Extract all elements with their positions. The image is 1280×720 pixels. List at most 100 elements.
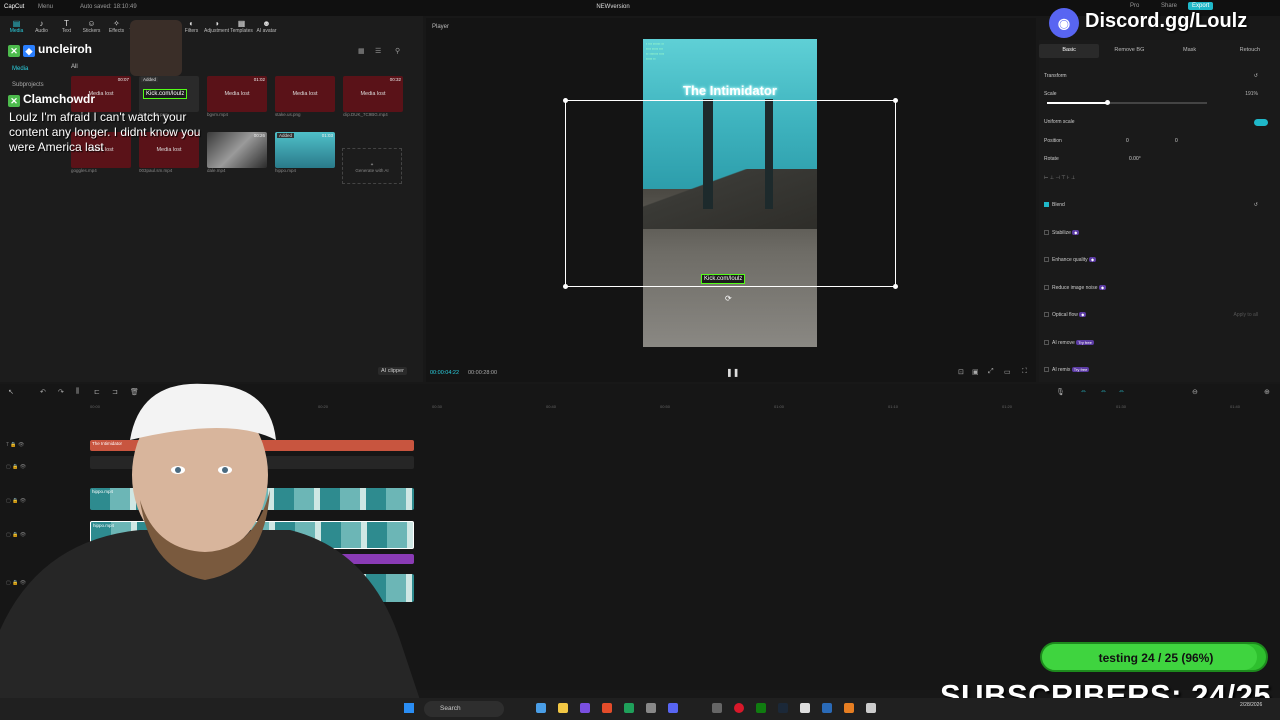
stabilize-row[interactable]: Stabilize ◆ xyxy=(1044,230,1274,240)
ai-remove-row[interactable]: AI remove Try free xyxy=(1044,340,1274,350)
capcut-icon[interactable] xyxy=(800,703,810,713)
chat-user2: ✕ Clamchowdr xyxy=(8,92,95,107)
enhance-checkbox[interactable] xyxy=(1044,257,1049,262)
tool-media[interactable]: ▤ Media xyxy=(4,16,29,38)
resize-handle[interactable] xyxy=(563,98,568,103)
grid-view-icon[interactable]: ▦ xyxy=(358,47,365,55)
media-item[interactable]: Media lost 01:02 bgvm.mp4 xyxy=(207,76,271,117)
calendar-icon[interactable] xyxy=(536,703,546,713)
transform-box[interactable] xyxy=(563,98,898,289)
tab-basic[interactable]: Basic xyxy=(1039,44,1100,58)
ai-remix-checkbox[interactable] xyxy=(1044,367,1049,372)
media-item[interactable]: 00:26 dale.mp4 xyxy=(207,132,271,173)
discord-overlay: ◉ Discord.gg/Loulz xyxy=(1045,6,1275,42)
transform-section[interactable]: Transform ↺ xyxy=(1044,73,1274,83)
rotate-input[interactable]: 0.00° xyxy=(1129,156,1141,162)
media-item[interactable]: 01:03 Added hippo.mp4 xyxy=(275,132,339,173)
taskbar-search[interactable]: Search xyxy=(424,701,504,717)
folder-icon[interactable] xyxy=(558,703,568,713)
reset-icon[interactable]: ↺ xyxy=(1254,202,1258,208)
zoom-out-icon[interactable]: ⊖ xyxy=(1192,388,1198,396)
tool-templates[interactable]: ▦ Templates xyxy=(229,16,254,38)
microphone-icon[interactable]: 🎙 xyxy=(1056,388,1065,396)
app-icon[interactable] xyxy=(580,703,590,713)
steam-icon[interactable] xyxy=(778,703,788,713)
player-label: Player xyxy=(432,24,450,30)
scale-slider[interactable] xyxy=(1047,100,1207,105)
position-row: Position 0 0 xyxy=(1044,138,1274,148)
enhance-row[interactable]: Enhance quality ◆ xyxy=(1044,257,1274,267)
tool-filters[interactable]: ◐ Filters xyxy=(179,16,204,38)
ai-remove-checkbox[interactable] xyxy=(1044,340,1049,345)
generate-ai-tile[interactable]: ✦ Generate with AI xyxy=(342,148,402,184)
settings-icon[interactable] xyxy=(646,703,656,713)
optical-flow-row[interactable]: Optical flow ◆ Apply to all xyxy=(1044,312,1274,322)
media-item[interactable]: Media lost stake.us.png xyxy=(275,76,339,117)
snapshot-icon[interactable]: ▭ xyxy=(1004,368,1011,376)
ai-clipper-button[interactable]: AI clipper xyxy=(378,367,407,375)
quality-icon[interactable]: ▣ xyxy=(972,368,979,376)
video-title-text: The Intimidator xyxy=(683,83,777,98)
menu-button[interactable]: Menu xyxy=(38,4,53,10)
media-item[interactable]: Media lost 00:32 clip.DUK_7C9BG.mp4 xyxy=(343,76,407,117)
windows-start-icon[interactable] xyxy=(404,703,414,713)
media-duration: 00:32 xyxy=(389,77,401,82)
sort-icon[interactable]: ☰ xyxy=(375,47,381,55)
ruler-tick: 01:20 xyxy=(1002,404,1013,409)
tool-label: Filters xyxy=(184,28,199,34)
sub-badge-icon: ◆ xyxy=(23,45,35,57)
tool-stickers[interactable]: ☺ Stickers xyxy=(79,16,104,38)
pause-icon[interactable]: ❚❚ xyxy=(726,368,739,377)
notepad-icon[interactable] xyxy=(822,703,832,713)
obs-icon[interactable] xyxy=(734,703,744,713)
media-lost-label: Media lost xyxy=(224,91,250,97)
zoom-in-icon[interactable]: ⊕ xyxy=(1264,388,1270,396)
filter-icon[interactable]: ⚲ xyxy=(395,47,400,55)
xbox-icon[interactable] xyxy=(756,703,766,713)
noise-row[interactable]: Reduce image noise ◆ xyxy=(1044,285,1274,295)
streamer-figure xyxy=(0,383,420,700)
media-lost-label: Media lost xyxy=(360,91,386,97)
blend-row[interactable]: Blend ↺ xyxy=(1044,202,1274,212)
zoom-fit-icon[interactable]: ⤢ xyxy=(988,368,994,376)
app-icon[interactable] xyxy=(844,703,854,713)
apply-all-button[interactable]: Apply to all xyxy=(1234,312,1258,318)
linkage-icon[interactable]: ⇔ xyxy=(1118,388,1125,395)
tab-remove-bg[interactable]: Remove BG xyxy=(1099,44,1159,58)
optical-flow-checkbox[interactable] xyxy=(1044,312,1049,317)
resize-handle[interactable] xyxy=(563,284,568,289)
uniform-scale-toggle[interactable] xyxy=(1254,119,1268,126)
time-current: 00:00:04:22 xyxy=(430,370,460,376)
tool-audio[interactable]: ♪ Audio xyxy=(29,16,54,38)
app-icon[interactable] xyxy=(866,703,876,713)
reset-icon[interactable]: ↺ xyxy=(1254,73,1258,79)
tab-retouch[interactable]: Retouch xyxy=(1220,44,1280,58)
chrome-icon[interactable] xyxy=(624,703,634,713)
discord-taskbar-icon[interactable] xyxy=(668,703,678,713)
fullscreen-icon[interactable]: ⛶ xyxy=(1022,368,1027,376)
blend-checkbox[interactable] xyxy=(1044,202,1049,207)
app-logo: CapCut xyxy=(4,4,25,10)
stabilize-checkbox[interactable] xyxy=(1044,230,1049,235)
resize-handle[interactable] xyxy=(893,284,898,289)
resize-handle[interactable] xyxy=(893,98,898,103)
ratio-icon[interactable]: ⊡ xyxy=(958,368,964,376)
position-x-input[interactable]: 0 xyxy=(1126,138,1129,144)
brave-icon[interactable] xyxy=(602,703,612,713)
scale-value[interactable]: 191% xyxy=(1245,91,1258,97)
ai-remix-row[interactable]: AI remix Try free xyxy=(1044,367,1274,377)
tool-effects[interactable]: ✧ Effects xyxy=(104,16,129,38)
auto-snap-icon[interactable]: ⇔ xyxy=(1100,388,1107,395)
rotate-handle-icon[interactable]: ⟳ xyxy=(725,294,732,303)
ruler-tick: 00:40 xyxy=(546,404,557,409)
align-buttons[interactable]: ⊢ ⊥ ⊣ ⊤ ⊦ ⊥ xyxy=(1044,175,1274,185)
app-icon[interactable] xyxy=(712,703,722,713)
scale-slider-knob[interactable] xyxy=(1105,100,1110,105)
tool-text[interactable]: T Text xyxy=(54,16,79,38)
tool-adjustment[interactable]: ◑ Adjustment xyxy=(204,16,229,38)
noise-checkbox[interactable] xyxy=(1044,285,1049,290)
tab-mask[interactable]: Mask xyxy=(1160,44,1220,58)
position-y-input[interactable]: 0 xyxy=(1175,138,1178,144)
tool-ai-avatar[interactable]: ☻ AI avatar xyxy=(254,16,279,38)
main-track-magnet-icon[interactable]: ⇔ xyxy=(1080,388,1087,395)
